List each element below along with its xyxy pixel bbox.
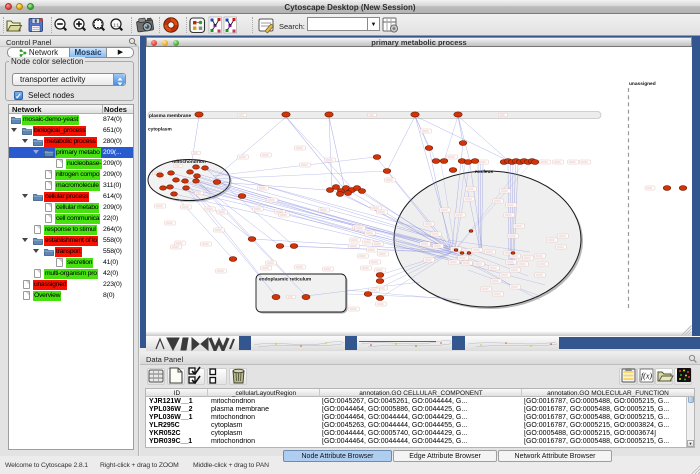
- svg-text:1:1: 1:1: [113, 22, 119, 27]
- svg-text:cytoplasm: cytoplasm: [148, 127, 172, 133]
- svg-text:unassigned: unassigned: [629, 81, 656, 87]
- svg-text:nucleus: nucleus: [475, 169, 493, 175]
- svg-text:f(x): f(x): [641, 372, 652, 381]
- svg-text:endoplasmic reticulum: endoplasmic reticulum: [259, 277, 311, 283]
- svg-text:plasma membrane: plasma membrane: [149, 113, 191, 119]
